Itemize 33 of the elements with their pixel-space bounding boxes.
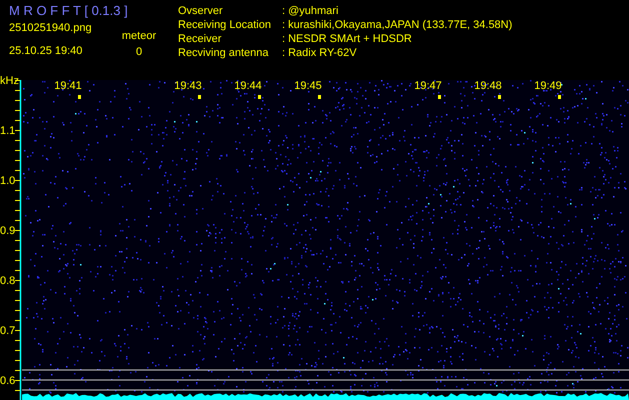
axis-tick-label: 0.9 <box>0 225 16 237</box>
info-label: Recviving antenna <box>178 46 270 60</box>
time-tick <box>438 95 441 99</box>
axis-tick-label: 0.6 <box>0 375 16 387</box>
axis-unit: kHz <box>0 75 19 87</box>
time-tick <box>498 95 501 99</box>
time-label: 19:44 <box>234 80 262 92</box>
time-tick <box>258 95 261 99</box>
time-tick <box>318 95 321 99</box>
time-label: 19:47 <box>414 80 442 92</box>
timestamp: 25.10.25 19:40 <box>9 44 84 58</box>
axis-tick-label: 0.7 <box>0 325 16 337</box>
meteor-count: 0 <box>136 45 142 59</box>
axis-tick-label: 0.8 <box>0 275 16 287</box>
time-label: 19:41 <box>54 80 82 92</box>
info-label: Receiving Location <box>178 18 272 32</box>
axis-tick-label: 1.1 <box>0 125 16 137</box>
info-label: Receiver <box>178 32 222 46</box>
file-name: 2510251940.png <box>9 21 93 35</box>
time-tick <box>78 95 81 99</box>
axis-tick-label: 1.0 <box>0 175 16 187</box>
info-value: : NESDR SMArt + HDSDR <box>282 32 412 46</box>
app-title: M R O F F T [ 0.1.3 ] <box>9 3 129 19</box>
time-tick <box>198 95 201 99</box>
time-label: 19:49 <box>534 80 562 92</box>
time-label: 19:43 <box>174 80 202 92</box>
info-label: Ovserver <box>178 4 224 18</box>
meteor-label: meteor <box>122 29 156 43</box>
time-tick <box>558 95 561 99</box>
time-label: 19:45 <box>294 80 322 92</box>
info-value: : @yuhmari <box>282 4 338 18</box>
info-value: : kurashiki,Okayama,JAPAN (133.77E, 34.58N) <box>282 18 512 32</box>
info-value: : Radix RY-62V <box>282 46 357 60</box>
